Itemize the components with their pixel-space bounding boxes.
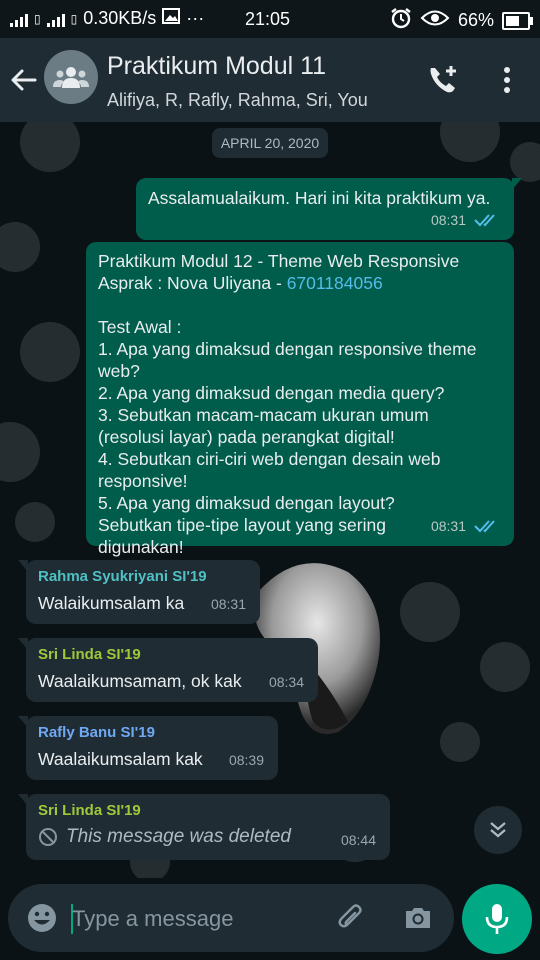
status-bar: ▯ ▯ 0.30KB/s ··· 21:05 66% bbox=[0, 0, 540, 38]
double-check-icon bbox=[474, 520, 495, 533]
phone-link[interactable]: 6701184056 bbox=[287, 273, 383, 293]
question-item: 2. Apa yang dimaksud dengan media query? bbox=[98, 383, 445, 403]
sim-icon: ▯ bbox=[34, 11, 41, 26]
incoming-message[interactable]: Rafly Banu SI'19 Waalaikumsalam kak 08:3… bbox=[18, 716, 278, 780]
bubble-tail bbox=[18, 560, 28, 572]
battery-percent: 66% bbox=[457, 10, 494, 30]
message-input-box[interactable]: Type a message bbox=[8, 884, 454, 952]
incoming-message-deleted[interactable]: Sri Linda SI'19 This message was deleted… bbox=[18, 794, 390, 860]
sim-2-icon: ▯ bbox=[70, 11, 78, 26]
incoming-message[interactable]: Sri Linda SI'19 Waalaikumsamam, ok kak 0… bbox=[18, 638, 318, 702]
message-input[interactable]: Type a message bbox=[72, 906, 233, 932]
alarm-icon bbox=[390, 7, 412, 34]
more-vertical-icon[interactable] bbox=[495, 62, 519, 98]
message-time: 08:31 bbox=[430, 212, 466, 228]
scroll-to-bottom-button[interactable] bbox=[474, 806, 522, 854]
wallpaper-bokeh bbox=[400, 582, 460, 642]
sender-name: Sri Linda SI'19 bbox=[38, 646, 141, 663]
question-item: 4. Sebutkan ciri-ciri web dengan desain … bbox=[98, 449, 441, 491]
mic-button[interactable] bbox=[462, 884, 532, 954]
bubble-tail bbox=[18, 638, 28, 650]
outgoing-message[interactable]: Assalamualaikum. Hari ini kita praktikum… bbox=[136, 178, 522, 240]
message-text: Walaikumsalam ka bbox=[38, 593, 185, 613]
clock: 21:05 bbox=[245, 9, 291, 29]
bubble-tail bbox=[18, 794, 28, 806]
signal-icon bbox=[10, 11, 28, 27]
message-time: 08:34 bbox=[268, 674, 304, 690]
status-dots: ··· bbox=[186, 8, 205, 28]
chat-header: Praktikum Modul 11 Alifiya, R, Rafly, Ra… bbox=[0, 38, 540, 122]
sender-name: Rafly Banu SI'19 bbox=[38, 724, 155, 741]
chat-area[interactable]: APRIL 20, 2020 Assalamualaikum. Hari ini… bbox=[0, 122, 540, 878]
participants-list[interactable]: Alifiya, R, Rafly, Rahma, Sri, You bbox=[107, 90, 368, 111]
message-time: 08:44 bbox=[340, 832, 376, 848]
net-speed: 0.30KB/s bbox=[83, 8, 157, 28]
eye-icon bbox=[420, 9, 450, 32]
image-icon bbox=[162, 8, 181, 29]
test-title: Test Awal : bbox=[98, 317, 182, 337]
wallpaper-bokeh bbox=[440, 722, 480, 762]
mic-icon bbox=[485, 904, 509, 934]
sender-name: Sri Linda SI'19 bbox=[38, 802, 141, 819]
page-title[interactable]: Praktikum Modul 11 bbox=[107, 52, 326, 81]
question-item: 5. Apa yang dimaksud dengan layout? Sebu… bbox=[98, 493, 395, 557]
blocked-icon bbox=[39, 828, 57, 846]
message-text: Assalamualaikum. Hari ini kita praktikum… bbox=[148, 188, 491, 208]
outgoing-message[interactable]: Praktikum Modul 12 - Theme Web Responsiv… bbox=[86, 242, 514, 557]
message-text: Waalaikumsalam kak bbox=[38, 749, 203, 769]
battery-icon bbox=[502, 11, 533, 30]
arrow-left-icon[interactable] bbox=[8, 64, 40, 96]
signal-2-icon bbox=[46, 11, 65, 27]
wallpaper-bokeh bbox=[510, 142, 540, 182]
bubble-tail bbox=[18, 716, 28, 728]
wallpaper-bokeh bbox=[480, 642, 530, 692]
bubble-tail bbox=[512, 178, 522, 190]
wallpaper-bokeh bbox=[15, 502, 55, 542]
emoji-icon[interactable] bbox=[26, 902, 58, 934]
question-item: 1. Apa yang dimaksud dengan responsive t… bbox=[98, 339, 477, 381]
question-item: 3. Sebutkan macam-macam ukuran umum (res… bbox=[98, 405, 429, 447]
wallpaper-bokeh bbox=[20, 122, 80, 172]
paperclip-icon[interactable] bbox=[336, 902, 368, 934]
message-time: 08:39 bbox=[228, 752, 264, 768]
wallpaper-bokeh bbox=[440, 122, 500, 162]
wallpaper-bokeh bbox=[0, 222, 40, 272]
incoming-message[interactable]: Rahma Syukriyani SI'19 Walaikumsalam ka … bbox=[18, 560, 260, 624]
asprak-label: Asprak : Nova Uliyana - bbox=[98, 273, 287, 293]
group-avatar-icon[interactable] bbox=[44, 50, 98, 104]
composer: Type a message bbox=[0, 878, 540, 960]
message-time: 08:31 bbox=[210, 596, 246, 612]
add-call-icon[interactable] bbox=[425, 62, 461, 98]
camera-icon[interactable] bbox=[402, 902, 434, 934]
sender-name: Rahma Syukriyani SI'19 bbox=[38, 568, 207, 585]
wallpaper-bokeh bbox=[0, 422, 40, 482]
message-line: Praktikum Modul 12 - Theme Web Responsiv… bbox=[98, 251, 460, 271]
message-time: 08:31 bbox=[430, 518, 466, 534]
double-check-icon bbox=[474, 214, 495, 227]
wallpaper-bokeh bbox=[20, 322, 80, 382]
message-line: Asprak : Nova Uliyana - 6701184056 bbox=[98, 272, 498, 294]
double-chevron-down-icon bbox=[490, 822, 506, 838]
date-divider: APRIL 20, 2020 bbox=[212, 128, 328, 158]
deleted-message-text: This message was deleted bbox=[66, 826, 291, 847]
message-text: Waalaikumsamam, ok kak bbox=[38, 671, 242, 691]
